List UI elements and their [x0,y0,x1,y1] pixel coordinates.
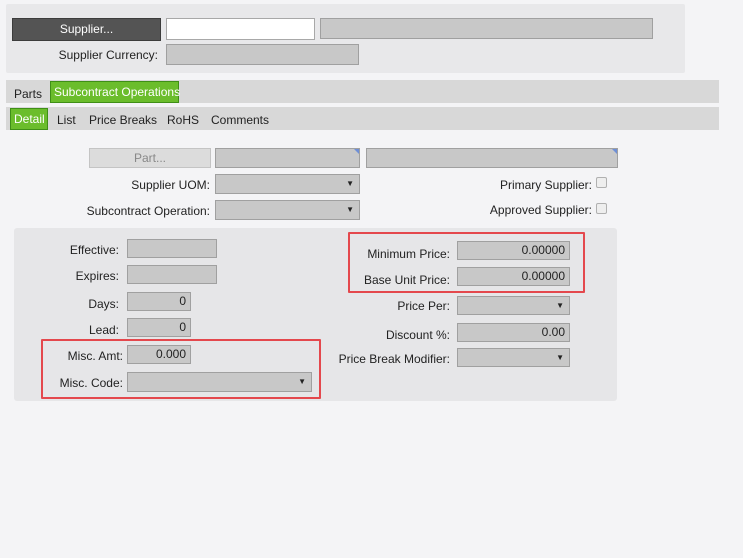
misc-highlight-box [41,339,321,399]
supplier-name-field [320,18,653,39]
tab-list[interactable]: List [54,110,79,130]
effective-date-field[interactable] [127,239,217,258]
supplier-uom-label: Supplier UOM: [131,178,210,192]
lead-field[interactable]: 0 [127,318,191,337]
supplier-code-input[interactable] [166,18,315,40]
supplier-button[interactable]: Supplier... [12,18,161,41]
price-break-modifier-select[interactable]: ▼ [457,348,570,367]
part-description-field [366,148,618,168]
chevron-down-icon: ▼ [346,205,354,214]
approved-supplier-label: Approved Supplier: [489,203,592,217]
tab-detail[interactable]: Detail [10,108,48,130]
tab-subcontract-operations[interactable]: Subcontract Operations [50,81,180,103]
expires-date-field[interactable] [127,265,217,284]
tab-rohs[interactable]: RoHS [164,110,202,130]
supplier-uom-select[interactable]: ▼ [215,174,360,194]
chevron-down-icon: ▼ [346,179,354,188]
tab-parts[interactable]: Parts [11,84,45,104]
price-per-select[interactable]: ▼ [457,296,570,315]
expires-label: Expires: [75,269,119,283]
approved-supplier-checkbox[interactable] [596,203,607,214]
chevron-down-icon: ▼ [556,301,564,310]
days-field[interactable]: 0 [127,292,191,311]
discount-label: Discount %: [385,328,450,342]
tab-comments[interactable]: Comments [208,110,272,130]
supplier-currency-field [166,44,359,65]
subcontract-operation-select[interactable]: ▼ [215,200,360,220]
subcontract-operation-label: Subcontract Operation: [86,204,210,218]
discount-field[interactable]: 0.00 [457,323,570,342]
effective-label: Effective: [69,243,119,257]
primary-supplier-checkbox[interactable] [596,177,607,188]
price-break-modifier-label: Price Break Modifier: [338,352,450,366]
price-highlight-box [348,232,585,293]
part-number-field [215,148,360,168]
chevron-down-icon: ▼ [556,353,564,362]
supplier-currency-label: Supplier Currency: [58,48,158,62]
primary-supplier-label: Primary Supplier: [499,178,592,192]
required-marker-icon [354,149,359,154]
part-button[interactable]: Part... [89,148,211,168]
required-marker-icon [612,149,617,154]
days-label: Days: [88,297,119,311]
lead-label: Lead: [88,323,119,337]
tab-price-breaks[interactable]: Price Breaks [86,110,160,130]
price-per-label: Price Per: [397,299,450,313]
